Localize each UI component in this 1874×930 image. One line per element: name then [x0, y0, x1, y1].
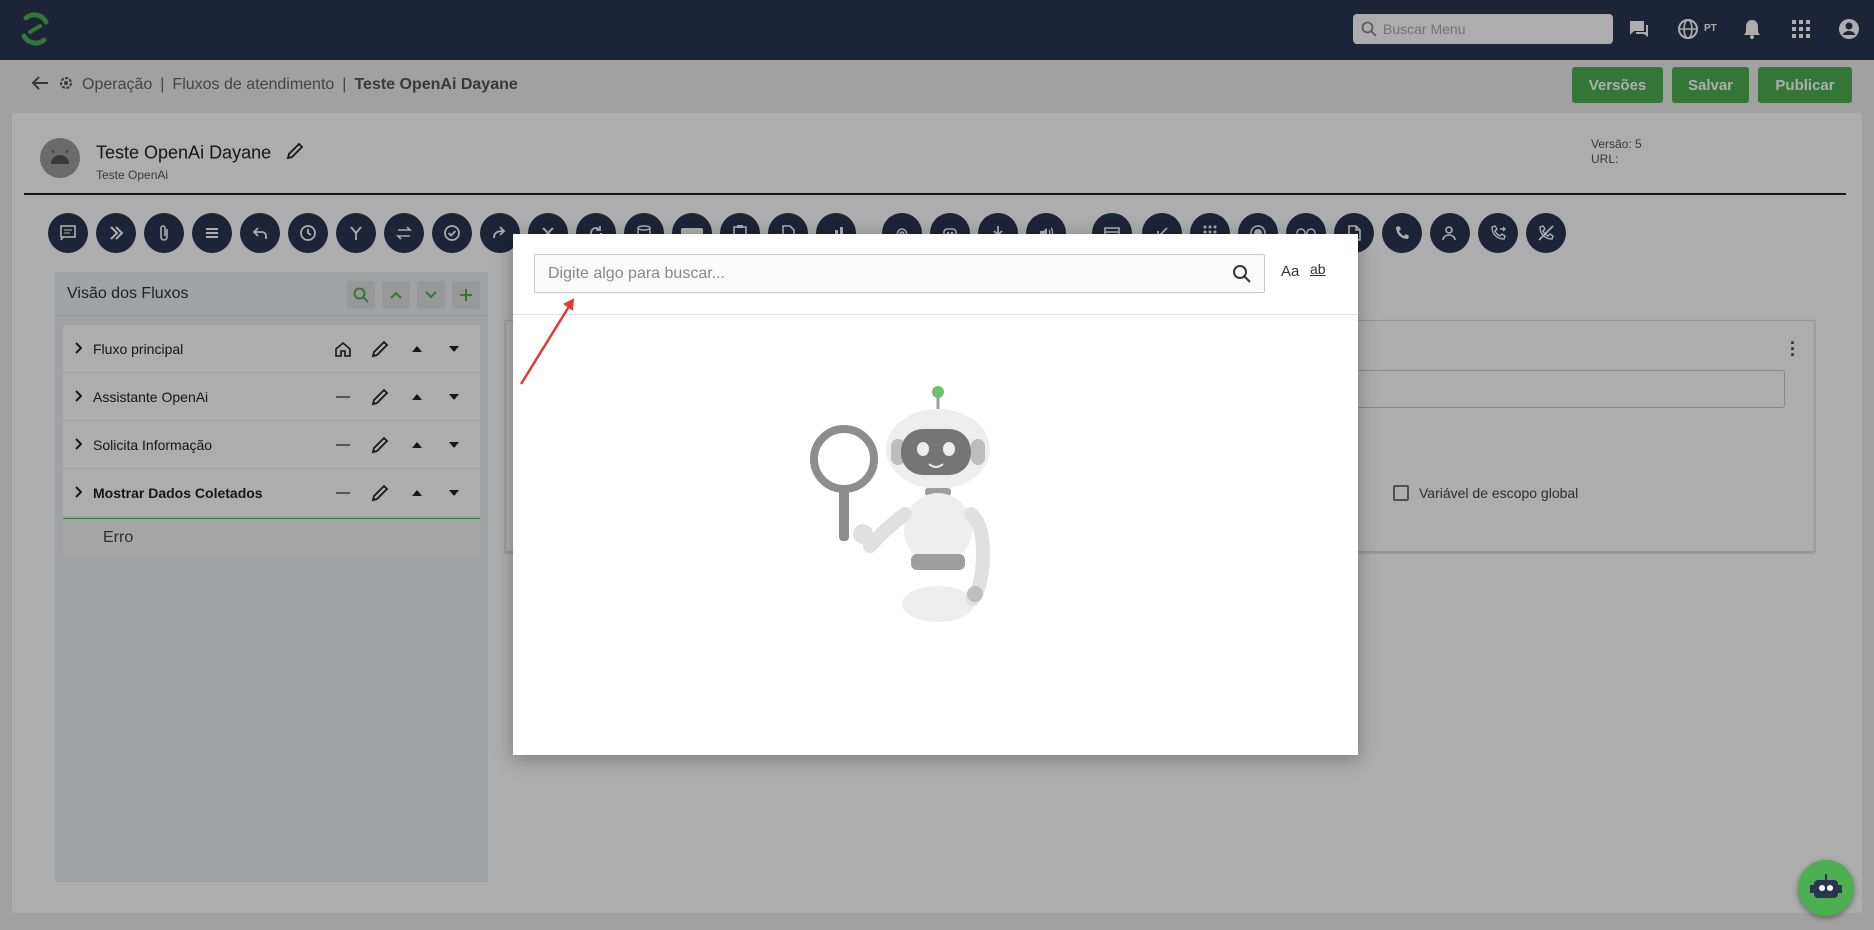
match-case-toggle[interactable]: Aa	[1281, 263, 1299, 280]
modal-search-box[interactable]	[534, 254, 1265, 293]
annotation-arrow	[519, 298, 575, 385]
assistant-bot-button[interactable]	[1798, 860, 1854, 916]
search-modal-header: Aa ab	[513, 234, 1358, 315]
search-modal: Aa ab	[513, 234, 1358, 755]
whole-word-toggle[interactable]: ab	[1310, 261, 1326, 277]
modal-search-input[interactable]	[548, 264, 1188, 283]
robot-magnifier-illustration	[810, 386, 991, 622]
robot-icon	[1810, 874, 1842, 898]
search-icon[interactable]	[1232, 264, 1252, 284]
